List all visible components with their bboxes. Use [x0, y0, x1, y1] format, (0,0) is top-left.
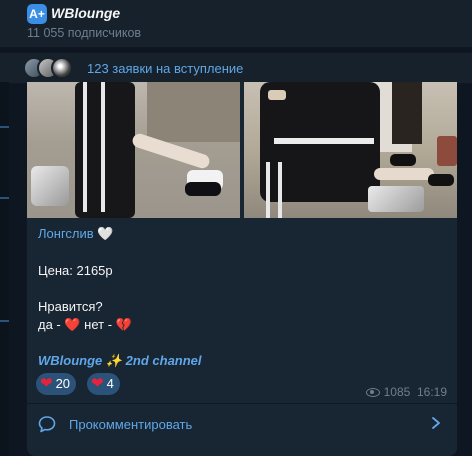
channel-logo: A+: [27, 4, 47, 24]
shoe-shape: [185, 182, 221, 196]
requester-avatars: [23, 57, 77, 79]
post-signature[interactable]: WBlounge ✨ 2nd channel: [38, 353, 202, 369]
post-price: Цена: 2165р: [38, 263, 113, 278]
avatar: [51, 57, 73, 79]
channel-header[interactable]: A+ WBlounge 11 055 подписчиков: [0, 0, 472, 47]
stripe-shape: [83, 82, 87, 212]
message-time: 16:19: [416, 385, 447, 399]
phone-shape: [268, 90, 286, 100]
join-requests-bar[interactable]: 123 заявки на вступление: [0, 52, 472, 84]
shoe-shape: [428, 174, 454, 186]
post-title[interactable]: Лонгслив 🤍: [38, 226, 113, 242]
bag-shape: [31, 166, 69, 206]
join-requests-label: 123 заявки на вступление: [87, 61, 244, 76]
strip-marker: [0, 197, 9, 199]
comment-icon: [38, 416, 56, 433]
ruffle-shape: [274, 138, 374, 144]
message-meta: 1085 16:19: [365, 385, 447, 399]
shoe-shape: [390, 154, 416, 166]
post-question: Нравится?: [38, 299, 103, 314]
stripe-shape: [266, 162, 270, 218]
stripe-shape: [101, 82, 105, 212]
strip-marker: [0, 320, 9, 322]
reaction-heart[interactable]: ❤ 4: [87, 373, 120, 395]
couch-shape: [147, 82, 240, 142]
chevron-right-icon: [432, 417, 440, 429]
view-count: 1085: [383, 385, 411, 399]
photo-1[interactable]: [27, 82, 240, 218]
bag-shape: [368, 186, 424, 212]
channel-title: WBlounge: [51, 5, 121, 21]
heart-icon: ❤: [91, 375, 104, 392]
leg-shape: [374, 168, 434, 180]
photo-album[interactable]: [27, 82, 457, 218]
subscriber-count: 11 055 подписчиков: [27, 26, 142, 40]
photo-2[interactable]: [244, 82, 457, 218]
stool-shape: [437, 136, 457, 166]
door-shape: [392, 82, 422, 144]
post-vote-line: да - ❤️ нет - 💔: [38, 317, 132, 332]
comment-button[interactable]: Прокомментировать: [27, 404, 457, 444]
reaction-count: 20: [55, 376, 71, 391]
eye-icon: [365, 388, 380, 398]
message-bubble: Лонгслив 🤍 Цена: 2165р Нравится? да - ❤️…: [27, 82, 457, 456]
stripe-shape: [278, 162, 282, 218]
heart-icon: ❤: [40, 375, 53, 392]
reaction-heart[interactable]: ❤ 20: [36, 373, 77, 395]
comment-label: Прокомментировать: [69, 417, 193, 432]
reaction-count: 4: [106, 376, 114, 391]
left-strip: [0, 82, 9, 456]
strip-marker: [0, 126, 9, 128]
